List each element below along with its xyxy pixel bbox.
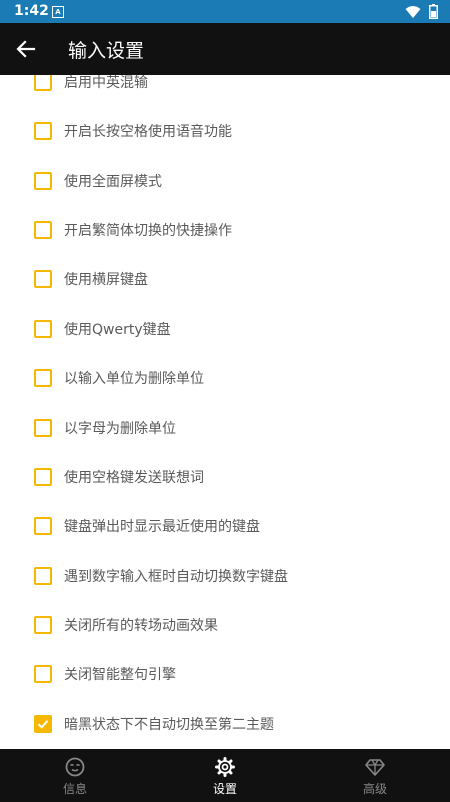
nav-item-advanced[interactable]: 高级: [300, 749, 450, 802]
setting-item-auto-number-keyboard[interactable]: 遇到数字输入框时自动切换数字键盘: [0, 557, 450, 597]
setting-item-landscape-keyboard[interactable]: 使用横屏键盘: [0, 260, 450, 300]
setting-item-delete-by-letter[interactable]: 以字母为删除单位: [0, 409, 450, 449]
app-bar: 输入设置: [0, 23, 450, 75]
nav-label-advanced: 高级: [362, 782, 387, 796]
setting-item-voice-longpress[interactable]: 开启长按空格使用语音功能: [0, 112, 450, 152]
setting-item-disable-transitions[interactable]: 关闭所有的转场动画效果: [0, 606, 450, 646]
checkbox[interactable]: [34, 665, 52, 683]
checkbox[interactable]: [34, 468, 52, 486]
setting-item-mixed-input[interactable]: 启用中英混输: [0, 75, 450, 103]
setting-item-qwerty-keyboard[interactable]: 使用Qwerty键盘: [0, 310, 450, 350]
nav-label-settings: 设置: [212, 782, 237, 796]
setting-label: 关闭所有的转场动画效果: [64, 618, 218, 634]
diamond-icon: [365, 759, 385, 776]
checkmark-icon: [37, 720, 49, 729]
setting-item-fullscreen[interactable]: 使用全面屏模式: [0, 162, 450, 202]
status-time: 1:42: [14, 3, 49, 19]
setting-item-show-recent-keyboard[interactable]: 键盘弹出时显示最近使用的键盘: [0, 507, 450, 547]
setting-item-space-send-suggestion[interactable]: 使用空格键发送联想词: [0, 458, 450, 498]
back-button[interactable]: [12, 35, 40, 63]
setting-label: 以输入单位为删除单位: [64, 371, 204, 387]
setting-label: 关闭智能整句引擎: [64, 667, 176, 683]
wifi-icon: [405, 5, 421, 18]
setting-label: 开启繁简体切换的快捷操作: [64, 223, 232, 239]
checkbox-checked[interactable]: [34, 715, 52, 733]
checkbox[interactable]: [34, 122, 52, 140]
setting-label: 启用中英混输: [64, 75, 148, 91]
page-title: 输入设置: [68, 40, 145, 62]
checkbox[interactable]: [34, 369, 52, 387]
arrow-back-icon: [16, 40, 36, 58]
bottom-nav: 信息 设置 高级: [0, 749, 450, 802]
gear-icon: [215, 757, 235, 777]
setting-item-dark-theme-switch[interactable]: 暗黑状态下不自动切换至第二主题: [0, 705, 450, 745]
nav-item-settings[interactable]: 设置: [150, 749, 300, 802]
settings-list[interactable]: 启用中英混输 开启长按空格使用语音功能 使用全面屏模式 开启繁简体切换的快捷操作…: [0, 75, 450, 749]
checkbox[interactable]: [34, 172, 52, 190]
setting-label: 暗黑状态下不自动切换至第二主题: [64, 717, 274, 733]
setting-label: 以字母为删除单位: [64, 421, 176, 437]
status-icons: [405, 4, 438, 19]
setting-label: 使用横屏键盘: [64, 272, 148, 288]
nav-item-info[interactable]: 信息: [0, 749, 150, 802]
checkbox[interactable]: [34, 75, 52, 91]
setting-label: 使用Qwerty键盘: [64, 322, 171, 338]
checkbox[interactable]: [34, 567, 52, 585]
setting-label: 使用全面屏模式: [64, 174, 162, 190]
setting-item-trad-simp-shortcut[interactable]: 开启繁简体切换的快捷操作: [0, 211, 450, 251]
app-notification-icon: A: [52, 6, 64, 18]
face-icon: [65, 757, 85, 777]
setting-item-disable-smart-sentence[interactable]: 关闭智能整句引擎: [0, 655, 450, 695]
setting-item-delete-by-unit[interactable]: 以输入单位为删除单位: [0, 359, 450, 399]
checkbox[interactable]: [34, 616, 52, 634]
setting-label: 开启长按空格使用语音功能: [64, 124, 232, 140]
battery-icon: [429, 4, 438, 19]
checkbox[interactable]: [34, 270, 52, 288]
nav-label-info: 信息: [62, 782, 87, 796]
checkbox[interactable]: [34, 320, 52, 338]
status-bar: 1:42 A: [0, 0, 450, 23]
checkbox[interactable]: [34, 419, 52, 437]
setting-label: 遇到数字输入框时自动切换数字键盘: [64, 569, 288, 585]
setting-label: 使用空格键发送联想词: [64, 470, 204, 486]
checkbox[interactable]: [34, 517, 52, 535]
setting-label: 键盘弹出时显示最近使用的键盘: [64, 519, 260, 535]
checkbox[interactable]: [34, 221, 52, 239]
